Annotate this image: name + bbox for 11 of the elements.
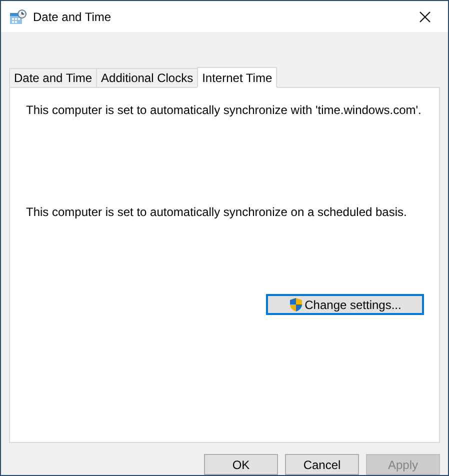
tab[interactable]: Date and Time [9, 68, 98, 88]
sync-schedule-text: This computer is set to automatically synchronize on a scheduled basis. [26, 204, 408, 222]
shield-icon [288, 297, 303, 312]
sync-server-text: This computer is set to automatically synchronize with 'time.windows.com'. [26, 102, 422, 120]
close-icon [419, 10, 431, 22]
dialog-button[interactable]: Cancel [285, 454, 359, 475]
tab[interactable]: Internet Time [197, 67, 278, 88]
dialog-button[interactable]: OK [204, 454, 278, 475]
calendar-clock-icon [9, 8, 27, 24]
window-title: Date and Time [33, 8, 112, 26]
change-settings-button[interactable]: Change settings... [266, 294, 424, 316]
